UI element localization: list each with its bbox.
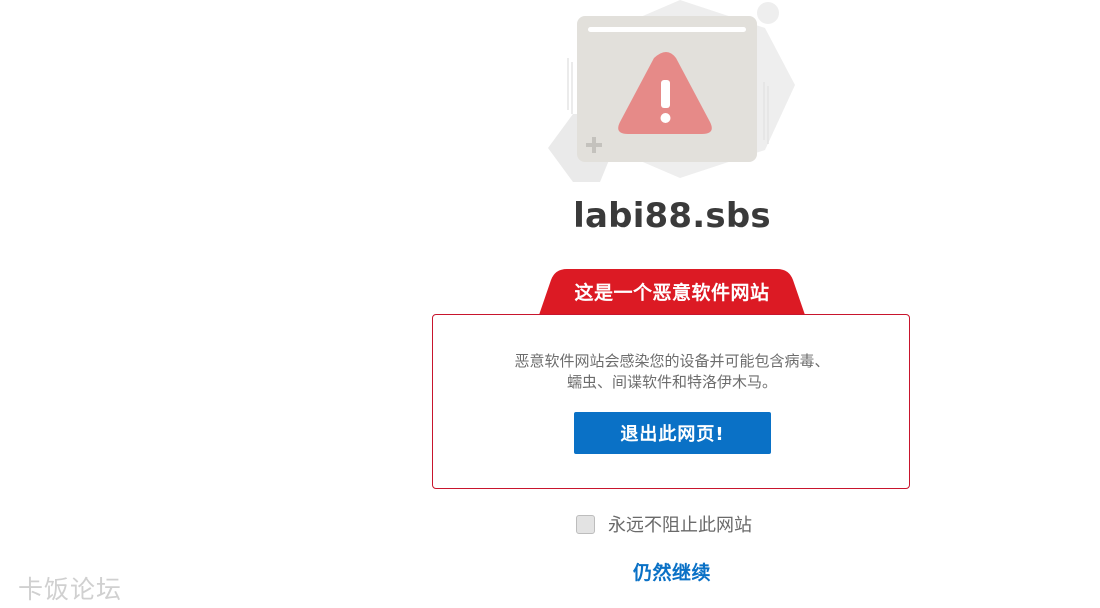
warning-description-line-2: 蠕虫、间谍软件和特洛伊木马。 [566,373,777,391]
watermark: 卡饭论坛 [18,575,123,604]
warning-description-line-1: 恶意软件网站会感染您的设备并可能包含病毒、 [514,352,830,370]
warning-panel: 恶意软件网站会感染您的设备并可能包含病毒、 蠕虫、间谍软件和特洛伊木马。 退出此… [432,314,910,489]
warning-description: 恶意软件网站会感染您的设备并可能包含病毒、 蠕虫、间谍软件和特洛伊木马。 [453,351,891,393]
site-domain: labi88.sbs [573,196,771,236]
exit-page-button[interactable]: 退出此网页! [574,412,771,454]
browser-warning-icon [540,0,810,190]
malware-warning-page: labi88.sbs 这是一个恶意软件网站 恶意软件网站会感染您的设备并可能包含… [0,0,1100,608]
never-block-checkbox[interactable] [576,514,595,534]
warning-title: 这是一个恶意软件网站 [574,282,770,304]
never-block-label[interactable]: 永远不阻止此网站 [608,511,752,537]
never-block-option[interactable]: 永远不阻止此网站 [576,512,752,536]
continue-anyway-link[interactable]: 仍然继续 [0,558,1100,585]
warning-title-tab: 这是一个恶意软件网站 [537,268,807,315]
